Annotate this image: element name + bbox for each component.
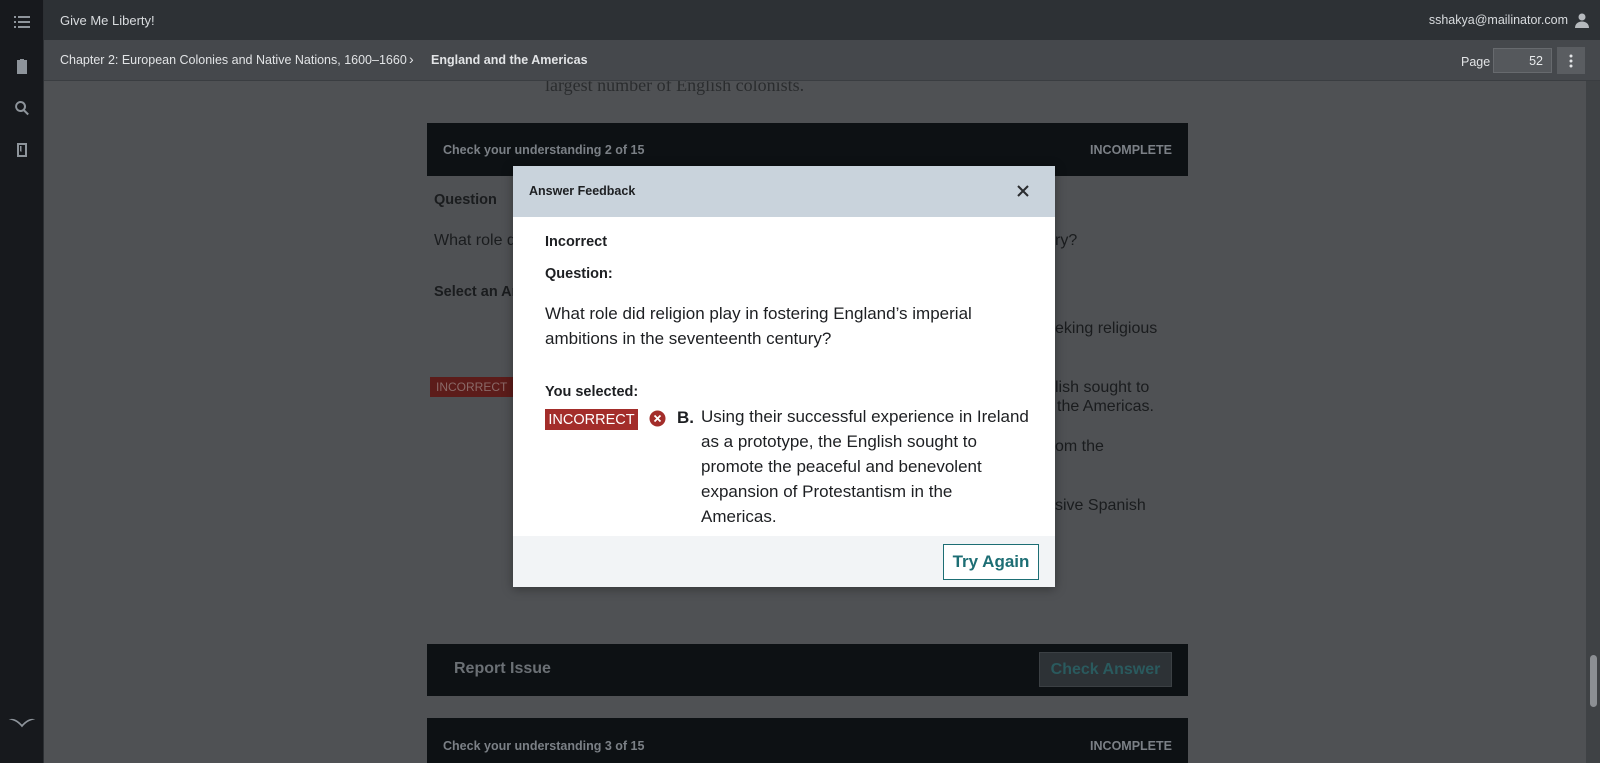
option-letter: B.: [677, 408, 694, 427]
question-text-fragment-left: What role di: [434, 232, 520, 249]
next-card-header: Check your understanding 3 of 15 INCOMPL…: [427, 718, 1188, 763]
dialog-footer: Try Again: [513, 536, 1055, 587]
incorrect-badge: INCORRECT: [545, 409, 638, 430]
next-card-title: Check your understanding 3 of 15: [443, 739, 645, 753]
page-number-input[interactable]: [1493, 48, 1552, 73]
dialog-title: Answer Feedback: [529, 184, 636, 198]
option-c-fragment[interactable]: om the: [1055, 438, 1104, 456]
dialog-header: Answer Feedback: [513, 166, 1055, 217]
bookmark-icon[interactable]: [11, 139, 33, 161]
option-b-fragment-1[interactable]: lish sought to: [1055, 379, 1149, 397]
card-title: Check your understanding 2 of 15: [443, 143, 645, 157]
close-icon[interactable]: [1015, 183, 1031, 199]
breadcrumb-separator: ›: [409, 51, 414, 67]
list-icon[interactable]: [11, 11, 33, 33]
page-label: Page: [1461, 55, 1491, 69]
left-rail: [0, 0, 44, 763]
question-label: Question:: [545, 266, 613, 282]
clipboard-icon[interactable]: [11, 55, 33, 77]
option-a-fragment[interactable]: eking religious: [1055, 320, 1157, 338]
search-icon[interactable]: [11, 97, 33, 119]
report-bar: Report Issue Check Answer: [427, 644, 1188, 696]
user-icon[interactable]: [1574, 12, 1590, 28]
card-status: INCOMPLETE: [1090, 143, 1172, 157]
select-answer-label: Select an An: [434, 284, 521, 300]
check-answer-button[interactable]: Check Answer: [1039, 652, 1172, 687]
user-email[interactable]: sshakya@mailinator.com: [1429, 13, 1568, 27]
vertical-dots-icon[interactable]: [1557, 47, 1585, 74]
result-heading: Incorrect: [545, 234, 608, 250]
breadcrumb-section: England and the Americas: [431, 53, 588, 67]
question-text-fragment-right: ry?: [1055, 232, 1078, 249]
answer-feedback-dialog: Answer Feedback Incorrect Question: What…: [513, 166, 1055, 587]
report-issue-link[interactable]: Report Issue: [454, 660, 551, 678]
incorrect-badge-bg: INCORRECT: [430, 377, 514, 397]
option-b-fragment-2[interactable]: the Americas.: [1057, 398, 1154, 416]
app-title[interactable]: Give Me Liberty!: [60, 13, 155, 28]
breadcrumb-chapter[interactable]: Chapter 2: European Colonies and Native …: [60, 53, 407, 67]
question-text: What role did religion play in fostering…: [545, 304, 972, 348]
x-circle-icon: [649, 410, 666, 427]
try-again-button[interactable]: Try Again: [943, 544, 1039, 580]
bird-logo-icon: [6, 711, 38, 733]
selected-label: You selected:: [545, 384, 639, 400]
selected-option-text: Using their successful experience in Ire…: [701, 407, 1029, 526]
top-bar: Give Me Liberty! sshakya@mailinator.com: [44, 0, 1600, 40]
reading-text: largest number of English colonists.: [545, 81, 805, 95]
question-heading: Question: [434, 192, 497, 208]
scrollbar-thumb[interactable]: [1590, 655, 1597, 707]
breadcrumb: Chapter 2: European Colonies and Native …: [44, 40, 1600, 81]
next-card-status: INCOMPLETE: [1090, 739, 1172, 753]
option-d-fragment[interactable]: sive Spanish: [1055, 497, 1146, 515]
